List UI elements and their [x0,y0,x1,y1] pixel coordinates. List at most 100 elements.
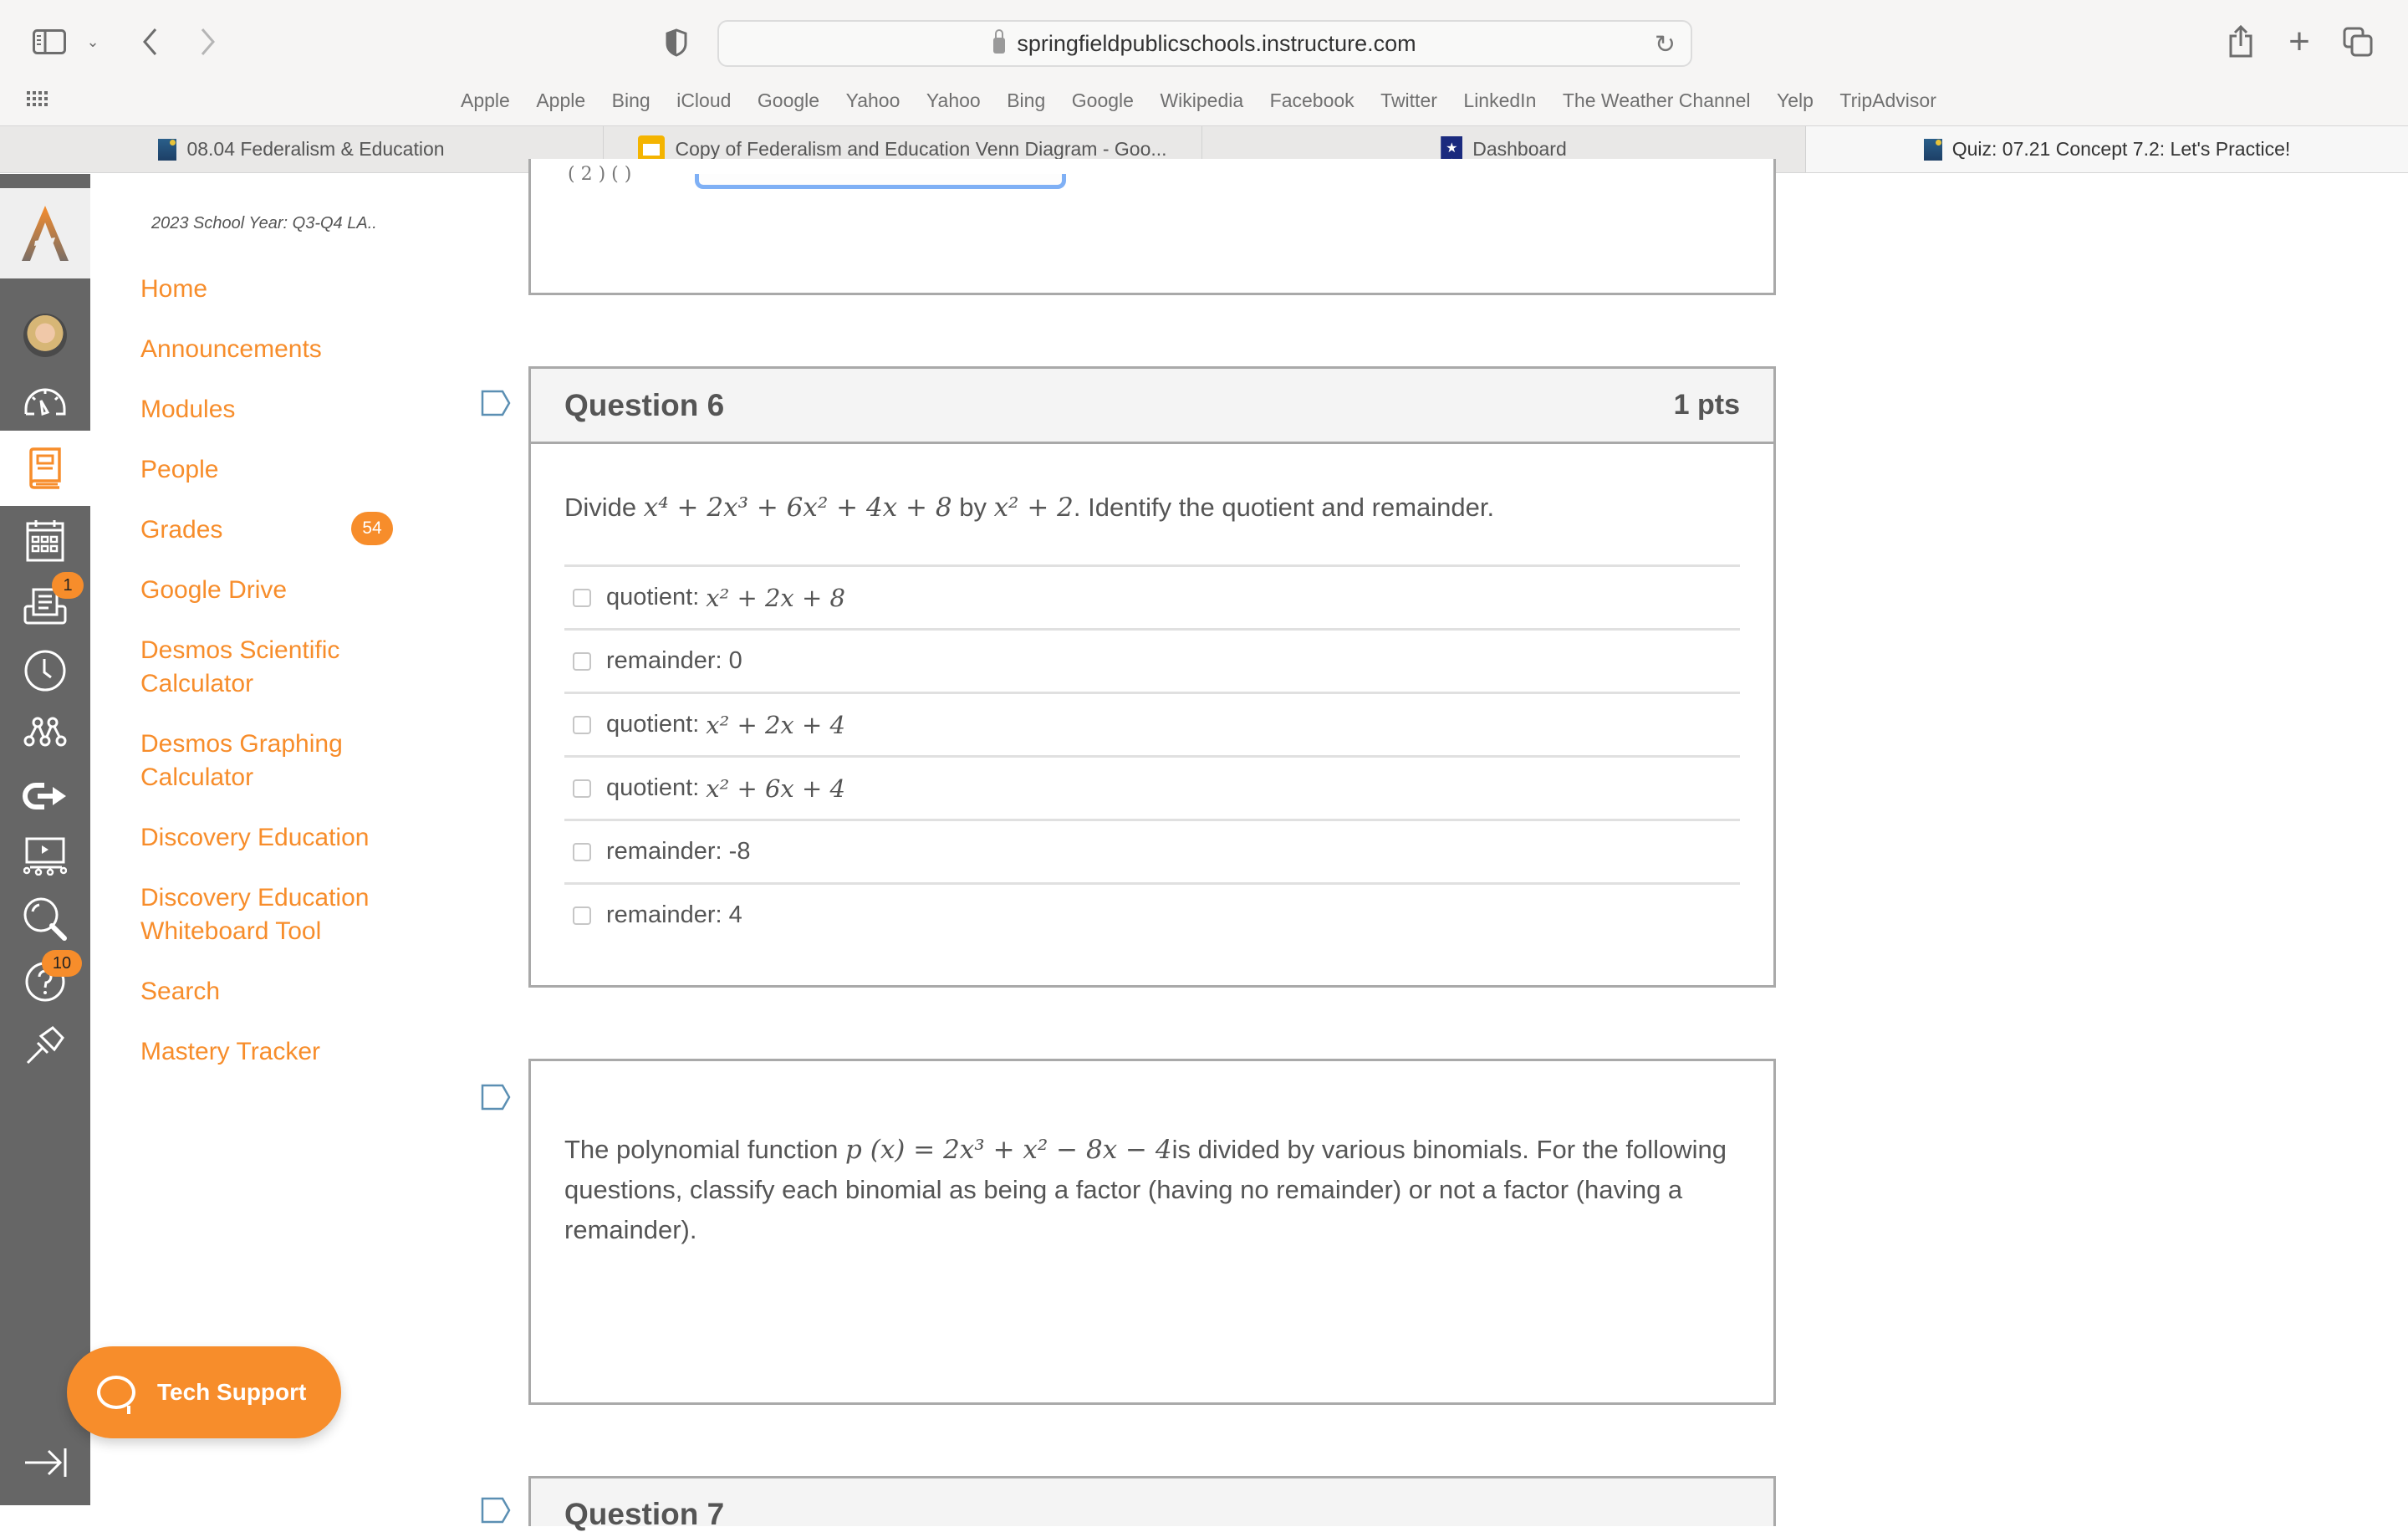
course-link-modules[interactable]: Modules [140,393,235,426]
back-icon[interactable] [138,25,163,59]
speedometer-icon [24,388,66,416]
bookmark-item[interactable]: Yelp [1763,84,1826,117]
new-tab-icon[interactable]: + [2283,21,2316,62]
option-label: quotient: [606,584,700,610]
browser-toolbar: ⌄ springfieldpublicschools.instructure.c… [0,0,2408,125]
answer-option[interactable]: quotient: x² + 2x + 8 [564,564,1740,628]
course-link-google-drive[interactable]: Google Drive [140,574,287,607]
bookmark-item[interactable]: Bing [993,84,1059,117]
answer-checkbox[interactable] [573,588,591,607]
prompt-math-dividend: x⁴ + 2x³ + 6x² + 4x + 8 [643,493,952,523]
nav-history[interactable] [0,641,90,701]
course-title[interactable]: 2023 School Year: Q3-Q4 LA.. [151,214,377,233]
option-label: remainder: -8 [606,838,751,865]
book-icon [29,447,61,489]
bookmark-item[interactable]: TripAdvisor [1826,84,1949,117]
nav-courses[interactable] [0,431,90,506]
answer-option[interactable]: remainder: 4 [564,882,1740,946]
tech-support-button[interactable]: Tech Support [67,1346,341,1438]
nav-account[interactable] [0,305,90,365]
answer-option[interactable]: quotient: x² + 6x + 4 [564,755,1740,819]
course-link-discovery-education[interactable]: Discovery Education [140,821,369,855]
option-label: quotient: [606,711,700,738]
answer-checkbox[interactable] [573,651,591,671]
nav-media[interactable] [0,826,90,886]
lock-icon [993,28,1006,54]
bookmark-item[interactable]: Twitter [1367,84,1450,117]
bookmark-item[interactable]: Bing [599,84,664,117]
bookmark-item[interactable]: Google [1059,84,1147,117]
question-header: Question 6 1 pts [531,369,1773,444]
question-title: Question 7 [564,1497,725,1531]
flag-question-icon[interactable] [481,1084,511,1111]
nav-search[interactable] [0,889,90,949]
option-math: x² + 2x + 8 [706,583,845,612]
answer-checkbox[interactable] [573,779,591,798]
course-link-desmos-scientific[interactable]: Desmos Scientific Calculator [140,634,383,701]
bookmark-item[interactable]: Apple [447,84,523,117]
flag-question-icon[interactable] [481,390,511,416]
bookmark-item[interactable]: Yahoo [913,84,993,117]
answer-checkbox[interactable] [573,842,591,861]
answer-option[interactable]: remainder: 0 [564,628,1740,692]
previous-answer-input[interactable] [695,174,1066,189]
institution-logo[interactable] [0,188,90,278]
nav-dashboard[interactable] [0,370,90,431]
bookmark-item[interactable]: Wikipedia [1146,84,1256,117]
forward-icon[interactable] [195,25,220,59]
course-link-discovery-whiteboard[interactable]: Discovery Education Whiteboard Tool [140,881,400,948]
course-link-people[interactable]: People [140,453,218,487]
course-link-grades[interactable]: Grades [140,513,222,547]
sidebar-toggle-icon[interactable] [32,28,67,55]
course-link-search[interactable]: Search [140,975,220,1009]
body-text: The polynomial function [564,1135,846,1164]
answer-checkbox[interactable] [573,906,591,925]
tab-federalism-education[interactable]: 08.04 Federalism & Education [0,126,604,172]
bookmark-item[interactable]: LinkedIn [1450,84,1548,117]
bookmark-item[interactable]: Google [744,84,833,117]
nav-commons[interactable] [0,702,90,763]
answer-option[interactable]: remainder: -8 [564,819,1740,882]
course-link-home[interactable]: Home [140,273,207,306]
chevron-down-icon[interactable]: ⌄ [84,32,102,52]
question-7-box: Question 7 [528,1476,1776,1531]
nav-calendar[interactable] [0,510,90,570]
bookmark-item[interactable]: iCloud [663,84,744,117]
nav-help[interactable]: 10 [0,950,90,1012]
tab-quiz[interactable]: Quiz: 07.21 Concept 7.2: Let's Practice! [1806,126,2408,172]
course-link-desmos-graphing[interactable]: Desmos Graphing Calculator [140,728,383,794]
bookmark-item[interactable]: Apple [523,84,598,117]
bookmark-item[interactable]: Yahoo [833,84,913,117]
bookmark-item[interactable]: Facebook [1257,84,1368,117]
favorites-grid-icon[interactable] [25,89,50,110]
pin-icon [26,1026,64,1065]
tab-label: Dashboard [1472,138,1567,160]
prompt-text: by [951,493,994,522]
address-bar[interactable]: springfieldpublicschools.instructure.com… [717,20,1692,67]
collapse-nav-button[interactable] [0,1432,90,1493]
nav-studio[interactable] [0,766,90,826]
privacy-shield-icon[interactable] [665,28,688,57]
reload-icon[interactable]: ↻ [1655,30,1676,59]
answer-option[interactable]: quotient: x² + 2x + 4 [564,692,1740,755]
course-link-announcements[interactable]: Announcements [140,333,322,366]
prompt-text: . Identify the quotient and remainder. [1073,493,1495,522]
nav-inbox[interactable]: 1 [0,572,90,636]
option-label: quotient: [606,774,700,801]
question-points: 1 pts [1673,389,1740,421]
flag-question-icon[interactable] [481,1497,511,1524]
share-icon[interactable] [2226,23,2256,59]
network-icon [23,717,67,747]
prompt-math-divisor: x² + 2 [993,493,1074,523]
question-title: Question 6 [564,387,725,422]
tab-label: Copy of Federalism and Education Venn Di… [675,138,1167,160]
url-text: springfieldpublicschools.instructure.com [1017,30,1416,56]
tab-overview-icon[interactable] [2341,25,2375,59]
nav-pin[interactable] [0,1015,90,1075]
bookmark-item[interactable]: The Weather Channel [1549,84,1763,117]
text-only-question-box: The polynomial function p (x) = 2x³ + x²… [528,1059,1776,1405]
answer-checkbox[interactable] [573,715,591,734]
partial-math: ( 2 ) ( ) [568,164,632,185]
body-math: p (x) = 2x³ + x² − 8x − 4 [845,1135,1172,1165]
course-link-mastery-tracker[interactable]: Mastery Tracker [140,1035,320,1069]
